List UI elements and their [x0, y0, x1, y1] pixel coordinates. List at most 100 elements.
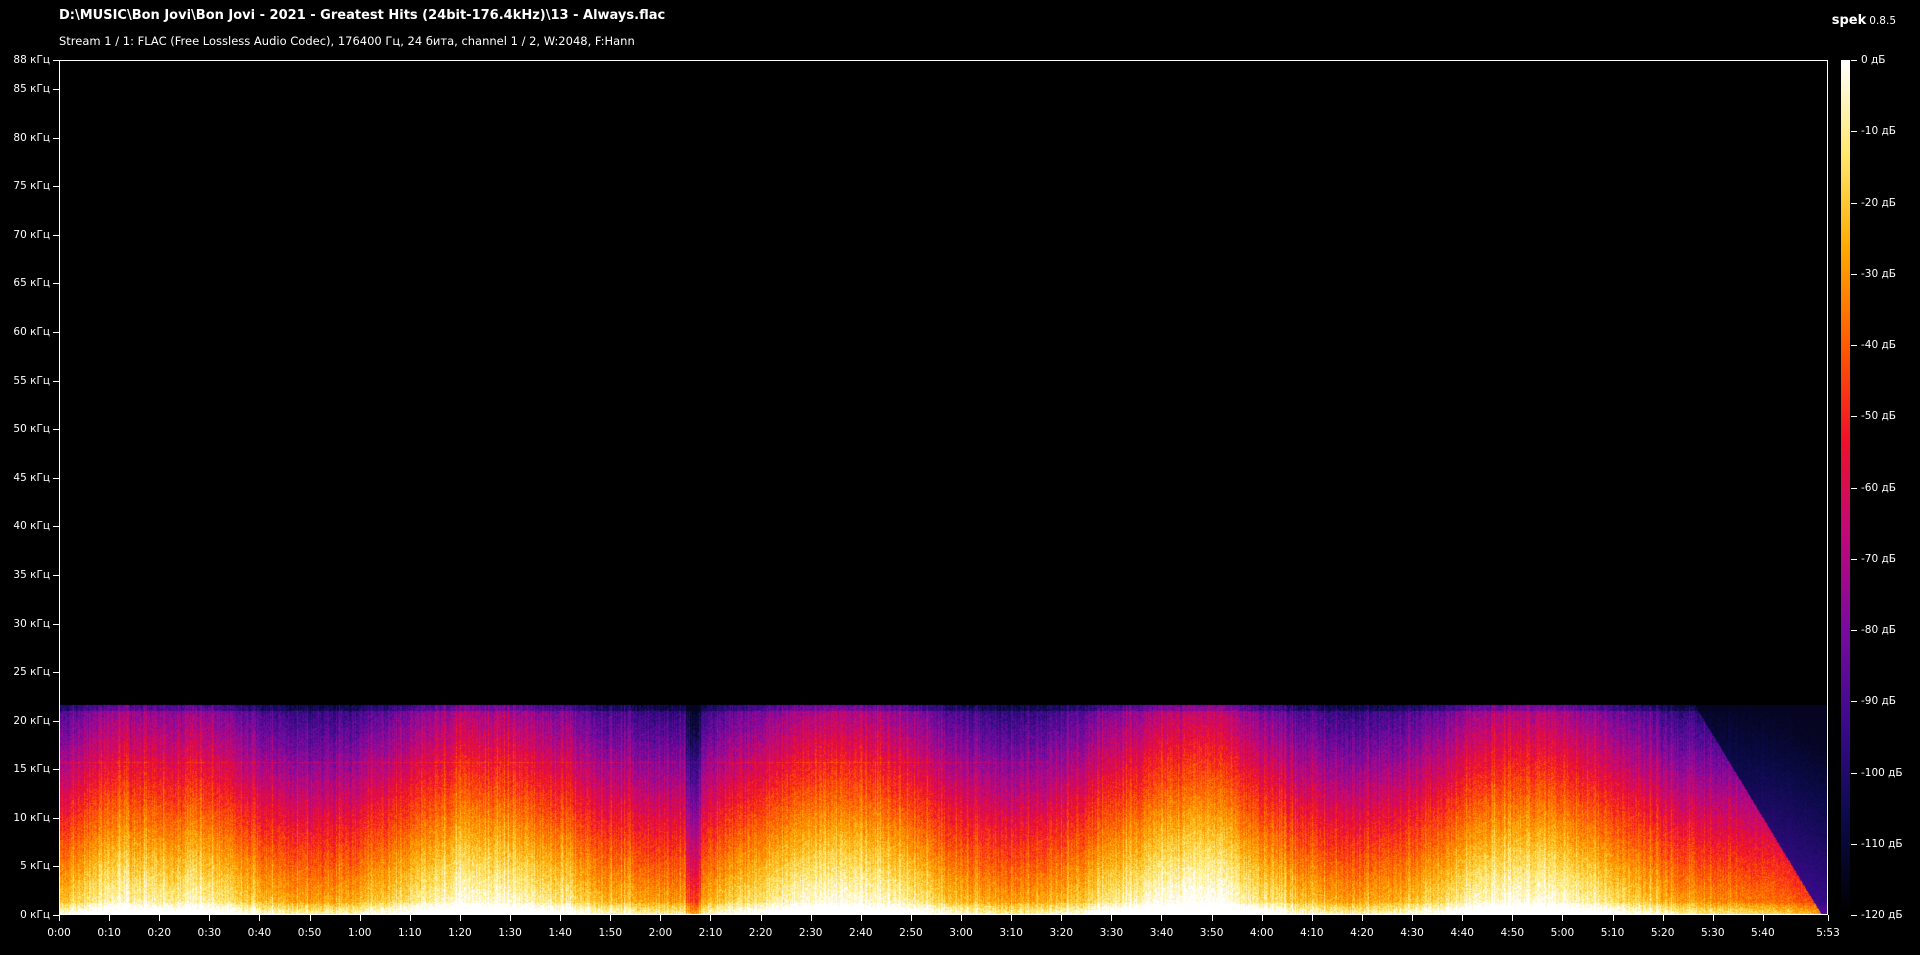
time-tick — [1663, 915, 1664, 921]
time-tick-label: 4:50 — [1500, 927, 1525, 939]
time-tick — [1512, 915, 1513, 921]
level-tick — [1851, 488, 1857, 489]
time-tick — [911, 915, 912, 921]
level-tick-label: -10 дБ — [1861, 125, 1896, 138]
level-tick-label: -100 дБ — [1861, 766, 1903, 779]
app-version: 0.8.5 — [1869, 15, 1896, 27]
time-tick-label: 1:40 — [548, 927, 572, 939]
frequency-tick — [53, 526, 59, 527]
time-tick-label: 0:30 — [197, 927, 222, 939]
frequency-tick-label: 50 кГц — [13, 423, 50, 436]
time-tick — [710, 915, 711, 921]
frequency-tick-label: 80 кГц — [13, 131, 50, 144]
time-tick-label: 5:20 — [1650, 927, 1675, 939]
level-tick — [1851, 559, 1857, 560]
level-tick-label: -70 дБ — [1861, 552, 1896, 565]
time-tick-label: 1:50 — [598, 927, 623, 939]
level-tick-label: -30 дБ — [1861, 267, 1896, 280]
time-tick-label: 1:30 — [498, 927, 522, 939]
time-tick — [1713, 915, 1714, 921]
level-tick — [1851, 274, 1857, 275]
time-tick-label: 2:10 — [698, 927, 723, 939]
level-colorbar — [1841, 60, 1850, 915]
frequency-tick — [53, 332, 59, 333]
time-tick — [310, 915, 311, 921]
time-tick-label: 5:30 — [1700, 927, 1725, 939]
time-tick-label: 4:30 — [1400, 927, 1424, 939]
time-tick-label: 3:40 — [1149, 927, 1174, 939]
level-tick — [1851, 416, 1857, 417]
level-tick-label: -80 дБ — [1861, 624, 1896, 636]
time-tick — [610, 915, 611, 921]
level-tick-label: -20 дБ — [1861, 196, 1896, 209]
frequency-tick — [53, 283, 59, 284]
time-tick-label: 0:10 — [97, 927, 121, 939]
time-tick-label: 3:50 — [1199, 927, 1224, 939]
time-tick-label: 0:40 — [247, 927, 272, 939]
time-tick-label: 5:10 — [1600, 927, 1625, 939]
spek-window: D:\MUSIC\Bon Jovi\Bon Jovi - 2021 - Grea… — [0, 0, 1920, 955]
time-tick — [360, 915, 361, 921]
frequency-tick-label: 5 кГц — [20, 860, 50, 873]
time-tick — [1613, 915, 1614, 921]
time-tick — [660, 915, 661, 921]
frequency-tick — [53, 60, 59, 61]
time-tick — [1011, 915, 1012, 921]
level-tick — [1851, 60, 1857, 61]
frequency-tick — [53, 138, 59, 139]
time-tick — [259, 915, 260, 921]
time-tick — [1312, 915, 1313, 921]
time-tick — [961, 915, 962, 921]
time-tick — [460, 915, 461, 921]
time-tick — [1562, 915, 1563, 921]
frequency-tick — [53, 721, 59, 722]
time-tick-label: 2:40 — [849, 927, 873, 939]
frequency-tick-label: 10 кГц — [13, 811, 50, 824]
time-tick — [510, 915, 511, 921]
time-tick-label: 4:20 — [1350, 927, 1374, 939]
frequency-tick-label: 30 кГц — [13, 617, 50, 630]
frequency-tick-label: 15 кГц — [13, 763, 50, 776]
time-tick — [1111, 915, 1112, 921]
level-tick-label: -40 дБ — [1861, 339, 1896, 351]
frequency-tick-label: 25 кГц — [13, 666, 50, 679]
frequency-tick — [53, 478, 59, 479]
time-tick — [410, 915, 411, 921]
time-tick-label: 3:20 — [1049, 927, 1074, 939]
time-tick — [1212, 915, 1213, 921]
frequency-tick — [53, 769, 59, 770]
frequency-tick — [53, 866, 59, 867]
time-tick — [1412, 915, 1413, 921]
time-tick — [159, 915, 160, 921]
frequency-tick-label: 75 кГц — [13, 180, 50, 193]
time-tick-label: 0:50 — [297, 927, 322, 939]
time-tick — [1061, 915, 1062, 921]
time-tick-label: 1:00 — [347, 927, 372, 939]
level-tick-label: -120 дБ — [1861, 909, 1903, 921]
time-tick — [761, 915, 762, 921]
time-tick-label: 5:40 — [1751, 927, 1775, 939]
frequency-tick-label: 85 кГц — [13, 83, 50, 96]
time-tick — [1462, 915, 1463, 921]
frequency-tick — [53, 429, 59, 430]
time-tick-label: 4:10 — [1300, 927, 1324, 939]
frequency-tick — [53, 575, 59, 576]
time-tick-label: 2:30 — [798, 927, 823, 939]
app-brand: spek 0.8.5 — [1832, 9, 1896, 28]
app-name: spek — [1831, 13, 1867, 28]
frequency-tick — [53, 381, 59, 382]
time-tick — [209, 915, 210, 921]
frequency-tick — [53, 235, 59, 236]
time-tick — [1828, 915, 1829, 921]
level-tick-label: 0 дБ — [1861, 54, 1886, 66]
time-tick-label: 1:20 — [448, 927, 472, 939]
frequency-tick — [53, 89, 59, 90]
time-tick-label: 2:50 — [899, 927, 923, 939]
time-tick-label: 0:00 — [47, 927, 71, 939]
level-tick-label: -90 дБ — [1861, 695, 1896, 708]
time-tick — [109, 915, 110, 921]
time-tick-label: 3:00 — [949, 927, 973, 939]
time-tick — [59, 915, 60, 921]
frequency-tick-label: 0 кГц — [20, 909, 50, 921]
time-tick-label: 3:10 — [999, 927, 1023, 939]
